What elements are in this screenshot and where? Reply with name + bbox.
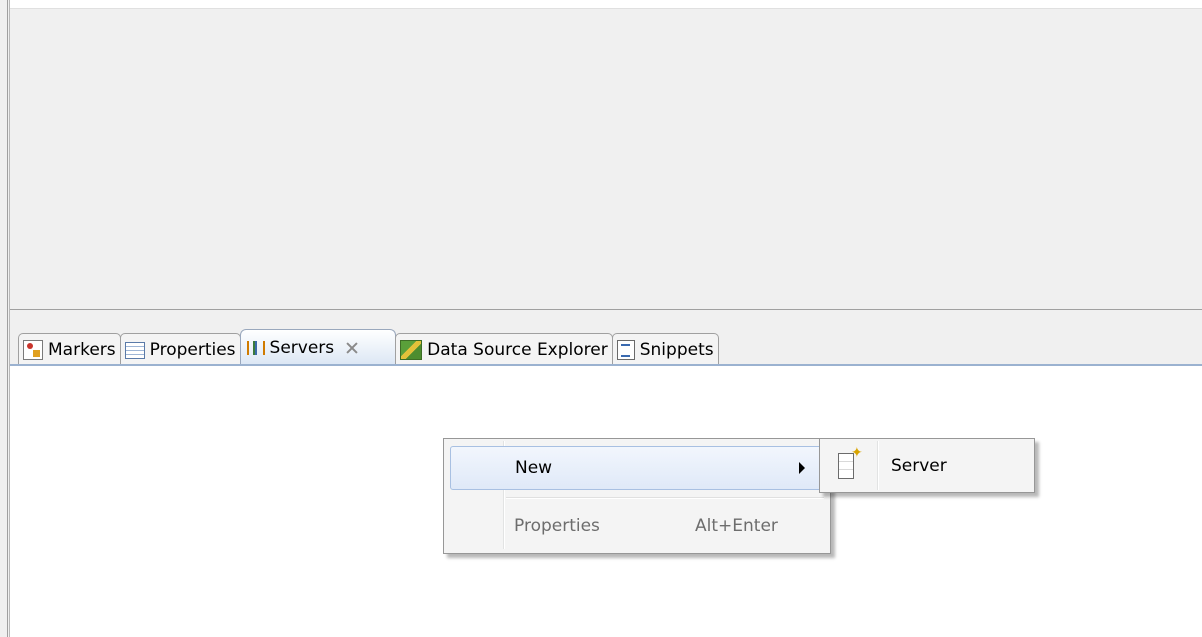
snippets-icon	[616, 340, 635, 360]
menu-item-new[interactable]: New	[450, 446, 826, 490]
tab-markers-label: Markers	[48, 340, 116, 360]
submenu-item-server[interactable]: Server	[820, 445, 1034, 487]
close-tab-icon[interactable]	[345, 341, 359, 355]
tab-properties[interactable]: Properties	[119, 333, 241, 366]
eclipse-workbench: Markers Properties Servers Data Source E…	[0, 0, 1202, 637]
data-source-explorer-icon	[400, 340, 423, 360]
tab-data-source-explorer[interactable]: Data Source Explorer	[395, 333, 613, 366]
submenu-item-server-label: Server	[891, 456, 947, 476]
tab-snippets-label: Snippets	[639, 340, 714, 360]
menu-item-properties-label: Properties	[514, 516, 600, 536]
tab-markers[interactable]: Markers	[18, 333, 121, 366]
context-menu: New Properties Alt+Enter	[443, 438, 831, 554]
tab-properties-label: Properties	[149, 340, 236, 360]
menu-item-properties[interactable]: Properties Alt+Enter	[450, 505, 824, 547]
window-left-border	[0, 0, 10, 637]
new-server-icon	[838, 445, 863, 479]
view-tab-strip: Markers Properties Servers Data Source E…	[10, 310, 1202, 366]
submenu-arrow-icon	[799, 462, 805, 474]
new-submenu: Server	[819, 438, 1035, 493]
tab-servers-label: Servers	[269, 338, 335, 358]
tab-servers[interactable]: Servers	[239, 329, 397, 366]
markers-icon	[23, 340, 43, 360]
tab-data-source-explorer-label: Data Source Explorer	[427, 340, 608, 360]
servers-icon	[245, 338, 265, 358]
editor-area	[10, 8, 1202, 309]
tab-snippets[interactable]: Snippets	[611, 333, 719, 366]
menu-item-properties-shortcut: Alt+Enter	[695, 516, 778, 536]
menu-item-new-label: New	[515, 458, 553, 478]
properties-icon	[124, 341, 145, 359]
